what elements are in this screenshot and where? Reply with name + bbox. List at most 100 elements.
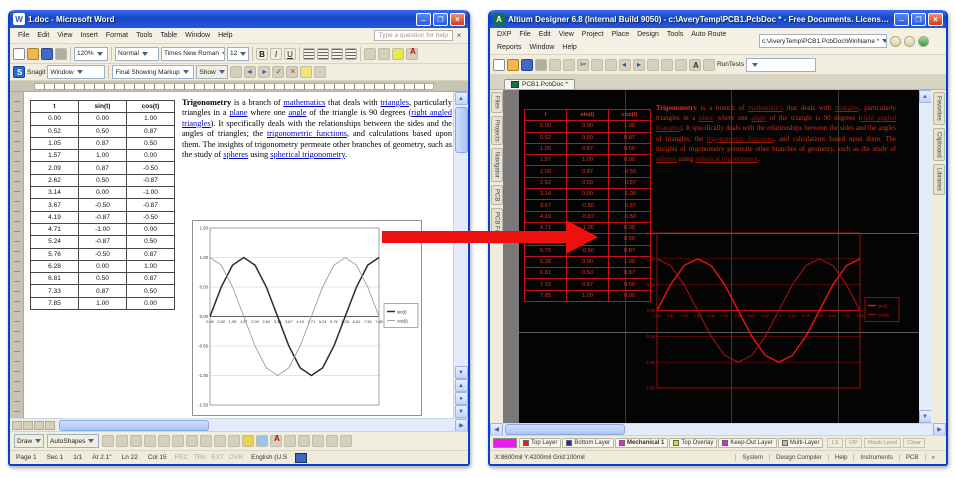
word-horizontal-scrollbar[interactable]: [57, 419, 455, 431]
menu-item[interactable]: Window: [526, 43, 559, 52]
snagit-label[interactable]: Snagit: [27, 69, 45, 76]
italic-button[interactable]: I: [270, 48, 282, 60]
menu-item[interactable]: Tools: [663, 30, 687, 39]
justify-icon[interactable]: [345, 48, 357, 60]
line-icon[interactable]: [116, 435, 128, 447]
panel-tab[interactable]: Projects: [491, 116, 503, 146]
close-document-icon[interactable]: [454, 31, 464, 40]
panel-tab[interactable]: Favorites: [933, 92, 945, 125]
style-combo[interactable]: Normal: [115, 47, 159, 61]
hyperlink[interactable]: plane: [699, 115, 714, 122]
panel-tab[interactable]: Files: [491, 92, 503, 113]
shadow-icon[interactable]: [326, 435, 338, 447]
polygon-icon[interactable]: [703, 59, 715, 71]
reject-change-icon[interactable]: [286, 66, 298, 78]
clipart-icon[interactable]: [214, 435, 226, 447]
menu-item[interactable]: Insert: [76, 31, 102, 40]
menu-item[interactable]: Help: [214, 31, 236, 40]
font-size-combo[interactable]: 12: [227, 47, 249, 61]
layer-tab[interactable]: Bottom Layer: [562, 438, 614, 448]
comment-icon[interactable]: [300, 66, 312, 78]
word-titlebar[interactable]: 1.doc - Microsoft Word: [10, 10, 468, 28]
menu-item[interactable]: Design: [633, 30, 663, 39]
new-document-icon[interactable]: [13, 48, 25, 60]
markup-combo[interactable]: Final Showing Markup: [112, 65, 194, 79]
threed-icon[interactable]: [340, 435, 352, 447]
hyperlink[interactable]: trigonometric functions: [707, 136, 774, 143]
close-button[interactable]: [928, 13, 943, 26]
track-changes-icon[interactable]: [230, 66, 242, 78]
redo-icon[interactable]: [633, 59, 645, 71]
back-icon[interactable]: [890, 36, 901, 47]
hyperlink[interactable]: triangles: [380, 98, 409, 107]
snagit-window-combo[interactable]: Window: [47, 65, 105, 79]
menu-item[interactable]: Help: [558, 43, 580, 52]
word-page[interactable]: tsin(t)cos(t)0.000.001.000.520.500.871.0…: [24, 92, 453, 418]
zoom-window-icon[interactable]: [563, 59, 575, 71]
document-tab[interactable]: PCB1.PcbDoc *: [504, 79, 575, 89]
accept-change-icon[interactable]: [272, 66, 284, 78]
new-icon[interactable]: [493, 59, 505, 71]
hyperlink[interactable]: spherical trigonometry: [695, 156, 757, 163]
menu-item[interactable]: Edit: [33, 31, 53, 40]
minimize-button[interactable]: [894, 13, 909, 26]
textbox-icon[interactable]: [172, 435, 184, 447]
mask-button[interactable]: Clear: [903, 438, 925, 448]
browse-object-icon[interactable]: ●: [455, 392, 468, 405]
show-menu-button[interactable]: Show: [196, 65, 228, 79]
undo-icon[interactable]: [619, 59, 631, 71]
minimize-button[interactable]: [416, 13, 431, 26]
menu-item[interactable]: Edit: [535, 30, 555, 39]
hyperlink[interactable]: mathematics: [283, 98, 325, 107]
hyperlink[interactable]: spherical trigonometry: [270, 150, 345, 159]
hyperlink[interactable]: mathematics: [748, 105, 783, 112]
restore-button[interactable]: [911, 13, 926, 26]
menu-item[interactable]: Project: [578, 30, 608, 39]
zoom-combo[interactable]: 120%: [74, 47, 108, 61]
hyperlink[interactable]: trigonometric functions: [267, 129, 347, 138]
borders-icon[interactable]: [378, 48, 390, 60]
picture-icon[interactable]: [228, 435, 240, 447]
scroll-right-icon[interactable]: ▶: [455, 419, 468, 432]
bold-button[interactable]: B: [256, 48, 268, 60]
font-combo[interactable]: Times New Roman: [161, 47, 225, 61]
next-page-icon[interactable]: ▼: [455, 405, 468, 418]
zoom-in-icon[interactable]: [549, 59, 561, 71]
next-change-icon[interactable]: [258, 66, 270, 78]
place-pad-icon[interactable]: [661, 59, 673, 71]
prev-page-icon[interactable]: ▲: [455, 379, 468, 392]
diagram-icon[interactable]: [200, 435, 212, 447]
layer-tab[interactable]: Multi-Layer: [778, 438, 824, 448]
save-icon[interactable]: [41, 48, 53, 60]
altium-vertical-scrollbar[interactable]: ▲ ▼: [919, 90, 931, 423]
scroll-down-icon[interactable]: ▼: [455, 366, 468, 379]
menu-item[interactable]: Table: [156, 31, 181, 40]
font-color-icon[interactable]: [270, 435, 282, 447]
select-pointer-icon[interactable]: [102, 435, 114, 447]
dash-style-icon[interactable]: [298, 435, 310, 447]
scroll-up-icon[interactable]: ▲: [455, 92, 468, 105]
scroll-thumb[interactable]: [59, 420, 209, 431]
save-icon[interactable]: [521, 59, 533, 71]
numbering-icon[interactable]: [364, 48, 376, 60]
highlight-icon[interactable]: [392, 48, 404, 60]
question-help-box[interactable]: Type a question for help: [374, 30, 453, 41]
print-preview-icon[interactable]: [535, 59, 547, 71]
oval-icon[interactable]: [158, 435, 170, 447]
panel-tab[interactable]: Libraries: [933, 164, 945, 195]
hyperlink[interactable]: spheres: [223, 150, 248, 159]
menu-item[interactable]: DXP: [493, 30, 515, 39]
menu-item[interactable]: Auto Route: [687, 30, 730, 39]
altium-horizontal-scrollbar[interactable]: ◀ ▶: [490, 423, 946, 435]
up-icon[interactable]: [918, 36, 929, 47]
altium-titlebar[interactable]: Altium Designer 6.8 (Internal Build 9050…: [490, 10, 946, 28]
panel-tab[interactable]: Navigator: [491, 148, 503, 182]
outline-view-icon[interactable]: [45, 421, 55, 430]
panel-button[interactable]: Help: [828, 454, 854, 461]
align-left-icon[interactable]: [303, 48, 315, 60]
paste-icon[interactable]: [605, 59, 617, 71]
mask-button[interactable]: VIP: [845, 438, 862, 448]
fill-color-icon[interactable]: [242, 435, 254, 447]
pcb-canvas[interactable]: tsin(t)cos(t)0.000.001.000.520.500.871.0…: [503, 90, 919, 423]
hyperlink[interactable]: angle: [751, 115, 766, 122]
